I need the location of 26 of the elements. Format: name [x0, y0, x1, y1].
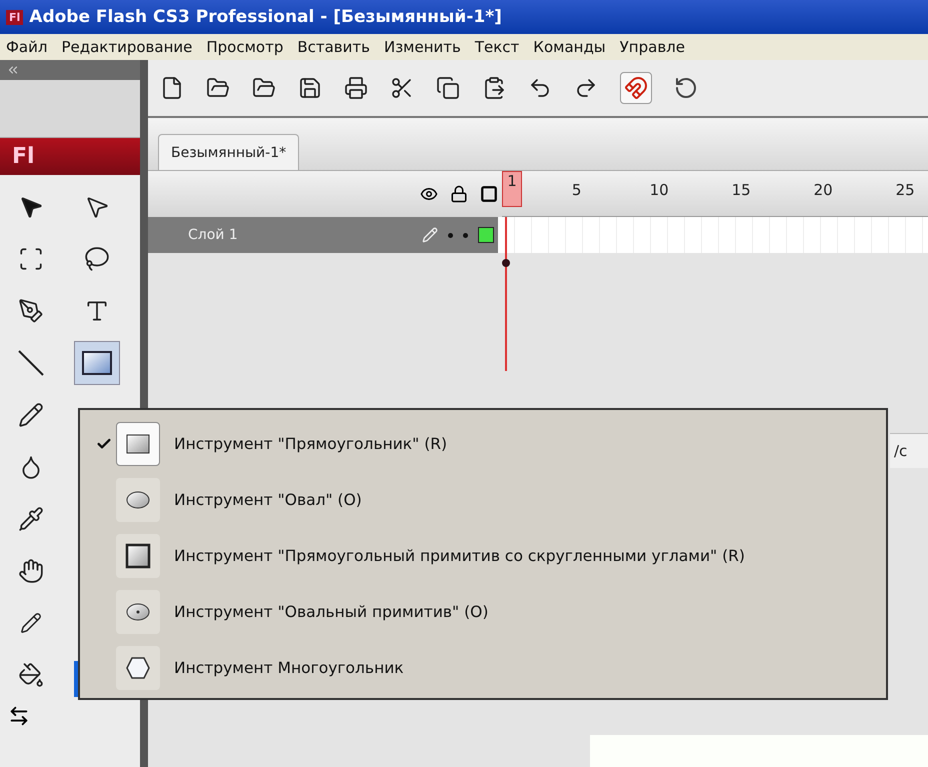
menu-item[interactable]: Текст — [474, 38, 520, 56]
menu-item[interactable]: Файл — [6, 38, 48, 56]
menu-option[interactable]: Инструмент "Овал" (O) — [80, 472, 886, 528]
menu-item[interactable]: Команды — [533, 38, 606, 56]
app-badge: Fl — [6, 10, 24, 24]
frame-number: 1 — [502, 171, 522, 207]
menu-item[interactable]: Изменить — [384, 38, 461, 56]
layer-row[interactable]: Слой 1 — [148, 217, 498, 253]
window-title: Adobe Flash CS3 Professional - [Безымянный-1*] — [29, 7, 502, 27]
frame-number: 15 — [732, 181, 750, 199]
property-label: /c — [893, 442, 908, 460]
menu-option[interactable]: Инструмент "Прямоугольник" (R) — [80, 416, 886, 472]
layer-name: Слой 1 — [188, 227, 239, 243]
document-tab[interactable]: Безымянный-1* — [158, 134, 300, 170]
menu-item[interactable]: Вставить — [297, 38, 370, 56]
frame-number: 20 — [814, 181, 832, 199]
frame-number: 10 — [650, 181, 668, 199]
menu-option[interactable]: Инструмент "Овальный примитив" (O) — [80, 584, 886, 640]
menu-option[interactable]: Инструмент Многоугольник — [80, 640, 886, 696]
menu-item[interactable]: Просмотр — [206, 38, 284, 56]
logo: Fl — [0, 138, 140, 175]
menu-item[interactable]: Редактирование — [61, 38, 192, 56]
menu-option[interactable]: Инструмент "Прямоугольный примитив со скругленными углами" (R) — [80, 528, 886, 584]
frame-number: 5 — [570, 181, 582, 199]
frame-number: 25 — [896, 181, 914, 199]
menu-item[interactable]: Управле — [620, 38, 685, 56]
